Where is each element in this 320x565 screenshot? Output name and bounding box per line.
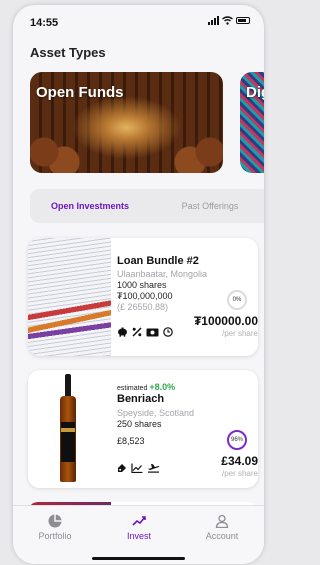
investment-shares: 250 shares — [117, 419, 162, 429]
page-title: Asset Types — [30, 45, 106, 60]
nav-portfolio[interactable]: Portfolio — [13, 514, 97, 541]
asset-card-title: Dig — [246, 84, 264, 101]
investment-location: Speyside, Scotland — [117, 408, 195, 418]
cash-icon — [146, 328, 159, 336]
status-bar: 14:55 — [13, 5, 264, 35]
home-indicator[interactable] — [92, 557, 185, 560]
tab-open-investments[interactable]: Open Investments — [33, 189, 147, 223]
asset-card-digital[interactable]: Dig — [240, 72, 264, 173]
share-price: ₮100000.00 — [193, 314, 258, 328]
investment-card-loan-bundle[interactable]: Loan Bundle #2 Ulaanbaatar, Mongolia 100… — [28, 238, 258, 356]
phone-screen: 14:55 Asset Types Open Funds Dig Open In… — [13, 5, 264, 564]
nav-label: Account — [205, 531, 239, 541]
nav-label: Portfolio — [38, 531, 72, 541]
investment-title: Benriach — [117, 393, 165, 405]
investment-card-benriach[interactable]: estimated +8.0% Benriach Speyside, Scotl… — [28, 370, 258, 488]
asset-type-carousel[interactable]: Open Funds Dig — [30, 72, 264, 173]
investment-amount: £8,523 — [117, 436, 145, 446]
percent-icon — [132, 327, 142, 337]
feature-icons — [117, 463, 160, 473]
investment-title: Loan Bundle #2 — [117, 255, 199, 267]
whisky-bottle-image — [60, 374, 76, 482]
price-unit: /per share — [221, 329, 258, 338]
trend-icon — [132, 516, 146, 526]
user-icon — [215, 514, 229, 528]
tag-icon — [118, 464, 126, 472]
asset-card-open-funds[interactable]: Open Funds — [30, 72, 223, 173]
estimate-value: +8.0% — [149, 382, 176, 392]
pie-chart-icon — [48, 514, 62, 528]
investment-tabs: Open Investments Past Offerings — [30, 189, 264, 223]
price-unit: /per share — [221, 469, 258, 478]
plane-icon — [148, 464, 160, 473]
signal-icon — [208, 16, 219, 25]
chart-icon — [131, 463, 143, 473]
tab-past-offerings[interactable]: Past Offerings — [153, 189, 264, 223]
piggy-bank-icon — [118, 327, 127, 337]
progress-ring: 96% — [227, 430, 247, 450]
investment-location: Ulaanbaatar, Mongolia — [117, 269, 208, 279]
asset-card-title: Open Funds — [36, 84, 124, 101]
clock-icon — [163, 327, 173, 337]
investment-amount-converted: (£ 26550.88) — [117, 302, 169, 312]
battery-icon — [236, 17, 250, 24]
feature-icons — [117, 327, 173, 337]
investment-amount: ₮100,000,000 — [117, 291, 173, 301]
nav-invest[interactable]: Invest — [97, 514, 181, 541]
nav-account[interactable]: Account — [180, 514, 264, 541]
share-price: £34.09 — [221, 454, 258, 468]
investment-shares: 1000 shares — [117, 280, 167, 290]
bottom-nav: Portfolio Invest Account — [13, 505, 264, 564]
status-icons — [208, 16, 250, 25]
status-time: 14:55 — [30, 17, 59, 29]
investment-thumbnail — [28, 238, 111, 356]
estimated-return: estimated +8.0% — [117, 382, 175, 392]
nav-label: Invest — [126, 531, 151, 541]
wifi-icon — [222, 16, 233, 25]
investment-thumbnail — [28, 370, 111, 488]
estimate-label: estimated — [117, 385, 148, 392]
progress-ring: 0% — [227, 290, 247, 310]
